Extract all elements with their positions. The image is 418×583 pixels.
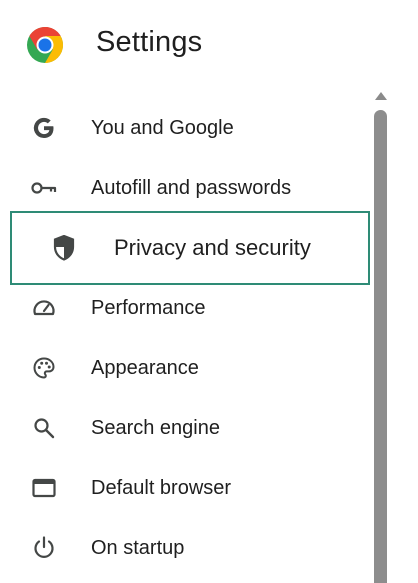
sidebar-item-label: Performance	[91, 297, 206, 319]
palette-icon	[30, 356, 58, 380]
sidebar-item-label: Appearance	[91, 357, 199, 379]
settings-page: Settings You and Google Autofill and pas…	[0, 0, 418, 583]
sidebar-scrollbar[interactable]	[370, 88, 394, 583]
scrollbar-thumb[interactable]	[374, 110, 387, 583]
sidebar-item-default-browser[interactable]: Default browser	[0, 458, 370, 518]
sidebar-item-appearance[interactable]: Appearance	[0, 338, 370, 398]
chrome-logo-icon	[26, 26, 64, 64]
sidebar-item-label: Autofill and passwords	[91, 177, 292, 199]
sidebar-item-search-engine[interactable]: Search engine	[0, 398, 370, 458]
browser-window-icon	[30, 476, 58, 500]
google-g-icon	[30, 116, 58, 140]
key-icon	[30, 176, 58, 200]
sidebar-item-label: Default browser	[91, 477, 232, 499]
sidebar-item-performance[interactable]: Performance	[0, 278, 370, 338]
search-icon	[30, 416, 58, 440]
sidebar-item-on-startup[interactable]: On startup	[0, 518, 370, 578]
scroll-up-arrow-icon[interactable]	[375, 92, 387, 100]
shield-icon	[50, 235, 78, 261]
sidebar-item-label: You and Google	[91, 117, 234, 139]
sidebar-item-you-and-google[interactable]: You and Google	[0, 98, 370, 158]
sidebar-item-label: Search engine	[91, 417, 220, 439]
settings-header: Settings	[0, 0, 418, 90]
sidebar-item-label: Privacy and security	[114, 235, 311, 260]
sidebar-item-autofill[interactable]: Autofill and passwords	[0, 158, 370, 218]
speedometer-icon	[30, 296, 58, 320]
power-icon	[30, 536, 58, 560]
page-title: Settings	[96, 26, 203, 58]
sidebar-item-label: On startup	[91, 537, 185, 559]
sidebar-item-privacy-security[interactable]: Privacy and security	[10, 211, 370, 285]
